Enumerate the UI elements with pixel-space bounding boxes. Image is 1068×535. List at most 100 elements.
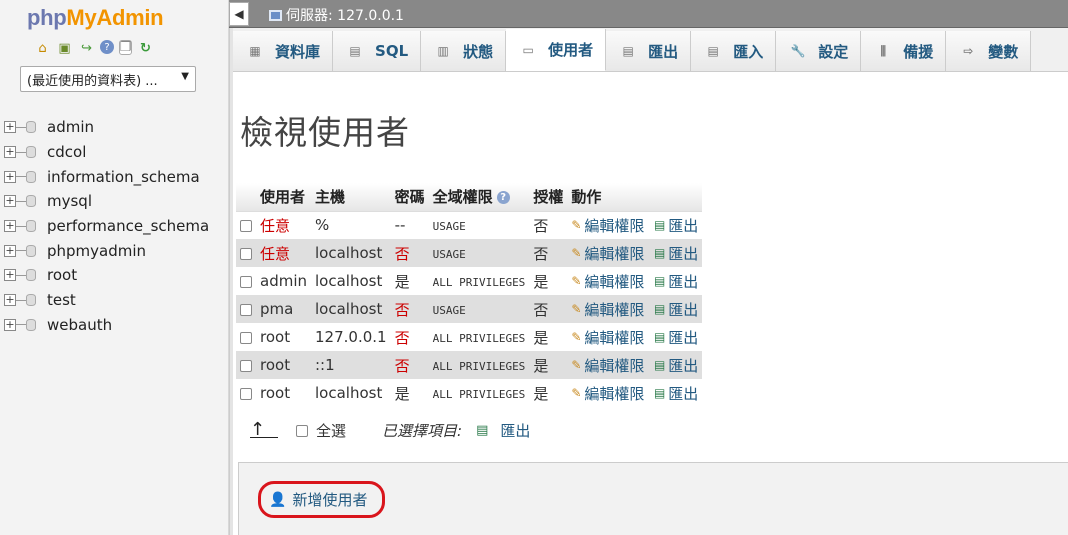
export-link[interactable]: ▤ 匯出 [654,327,698,348]
cell-privileges: ALL PRIVILEGES [432,360,526,373]
db-name[interactable]: performance_schema [47,217,209,235]
breadcrumb-server[interactable]: 伺服器: 127.0.0.1 [269,5,404,25]
db-name[interactable]: cdcol [47,143,86,161]
cell-password: 是 [390,267,429,295]
edit-privileges-link[interactable]: ✎ 編輯權限 [571,355,644,376]
tab-4[interactable]: ▭ 使用者 [506,29,607,71]
edit-privileges-icon: ✎ [571,218,582,233]
db-name[interactable]: phpmyadmin [47,242,146,260]
db-tree-item[interactable]: + root [4,263,209,288]
edit-privileges-link[interactable]: ✎ 編輯權限 [571,215,644,236]
db-tree-item[interactable]: + mysql [4,189,209,214]
cell-privileges: USAGE [432,304,466,317]
docs-icon[interactable]: ? [100,40,114,54]
db-name[interactable]: root [47,266,77,284]
with-selected-label: 已選擇項目: [382,422,463,440]
expand-icon[interactable]: + [4,294,16,307]
reload-icon[interactable]: ↻ [137,40,154,57]
export-link[interactable]: ▤ 匯出 [654,215,698,236]
tab-3[interactable]: ▥ 狀態 [421,31,507,71]
db-name[interactable]: test [47,291,76,309]
edit-privileges-link[interactable]: ✎ 編輯權限 [571,271,644,292]
db-name[interactable]: information_schema [47,168,200,186]
db-tree-item[interactable]: + test [4,288,209,313]
expand-icon[interactable]: + [4,170,16,183]
db-name[interactable]: admin [47,118,94,136]
database-icon [26,269,36,282]
cell-privileges: ALL PRIVILEGES [432,332,526,345]
db-tree-item[interactable]: + cdcol [4,140,209,165]
tab-1[interactable]: ▦ 資料庫 [233,31,334,71]
expand-icon[interactable]: + [4,220,16,233]
cell-privileges: ALL PRIVILEGES [432,388,526,401]
database-icon [26,170,36,183]
tab-5[interactable]: ▤ 匯出 [606,31,692,71]
tab-7[interactable]: 🔧 設定 [776,31,862,71]
collapse-nav-button[interactable]: ◀ [229,2,249,26]
tab-6[interactable]: ▤ 匯入 [691,31,777,71]
arrow-up-left-icon: ↑ [250,421,278,439]
edit-privileges-link[interactable]: ✎ 編輯權限 [571,327,644,348]
add-user-button[interactable]: 👤 新增使用者 [258,481,385,518]
cell-password: 否 [390,323,429,351]
users-icon: ▭ [522,42,534,57]
row-checkbox[interactable] [240,219,252,232]
export-link[interactable]: ▤ 匯出 [654,243,698,264]
edit-privileges-link[interactable]: ✎ 編輯權限 [571,243,644,264]
help-icon[interactable]: ? [496,191,510,205]
edit-privileges-link[interactable]: ✎ 編輯權限 [571,383,644,404]
db-tree-item[interactable]: + information_schema [4,164,209,189]
db-tree-item[interactable]: + performance_schema [4,214,209,239]
cell-host: localhost [311,295,391,323]
logout-icon[interactable]: ▣ [56,40,73,57]
db-tree-item[interactable]: + webauth [4,313,209,338]
chevron-down-icon: ▼ [181,71,189,82]
export-link[interactable]: ▤ 匯出 [654,271,698,292]
row-checkbox[interactable] [240,387,252,400]
export-link[interactable]: ▤ 匯出 [654,355,698,376]
db-name[interactable]: webauth [47,316,112,334]
db-name[interactable]: mysql [47,192,92,210]
row-checkbox[interactable] [240,359,252,372]
cell-privileges: USAGE [432,220,466,234]
db-tree-item[interactable]: + admin [4,115,209,140]
navigation-panel: phpMyAdmin ⌂ ▣ ↪ ? ❐ ↻ (最近使用的資料表) ... ▼ … [0,0,229,535]
expand-icon[interactable]: + [4,269,16,282]
expand-icon[interactable]: + [4,318,16,331]
edit-privileges-link[interactable]: ✎ 編輯權限 [571,299,644,320]
column-header-global-privileges: 全域權限? [428,183,530,212]
export-link[interactable]: ▤ 匯出 [654,383,698,404]
row-checkbox[interactable] [240,331,252,344]
sql-docs-icon[interactable]: ❐ [119,40,132,55]
cell-user: root [256,323,311,351]
home-icon[interactable]: ⌂ [34,40,51,57]
cell-user: pma [256,295,311,323]
expand-icon[interactable]: + [4,146,16,159]
cell-host: localhost [311,267,391,295]
column-header-select [236,183,256,212]
row-checkbox[interactable] [240,247,252,260]
cell-user: 任意 [256,239,311,267]
server-breadcrumb-bar: ◀ 伺服器: 127.0.0.1 [229,0,1068,28]
edit-privileges-icon: ✎ [571,246,582,260]
expand-icon[interactable]: + [4,121,16,134]
export-selected-button[interactable]: ▤ 匯出 [476,420,530,441]
row-checkbox[interactable] [240,275,252,288]
expand-icon[interactable]: + [4,244,16,257]
cell-grant: 否 [529,239,568,267]
recent-tables-select[interactable]: (最近使用的資料表) ... ▼ [20,66,196,92]
query-window-icon[interactable]: ↪ [78,40,95,57]
tab-2[interactable]: ▤ SQL [333,31,422,71]
db-tree-item[interactable]: + phpmyadmin [4,238,209,263]
nav-resizer[interactable] [229,0,233,535]
tab-8[interactable]: ⫼ 備援 [861,31,947,71]
row-checkbox[interactable] [240,303,252,316]
column-header-action: 動作 [567,183,703,212]
export-link[interactable]: ▤ 匯出 [654,299,698,320]
tab-9[interactable]: ⇨ 變數 [946,31,1032,71]
select-all-checkbox[interactable] [296,424,308,437]
cell-grant: 是 [529,351,568,379]
select-all-label[interactable]: 全選 [316,420,346,441]
expand-icon[interactable]: + [4,195,16,208]
phpmyadmin-logo[interactable]: phpMyAdmin [27,5,164,31]
